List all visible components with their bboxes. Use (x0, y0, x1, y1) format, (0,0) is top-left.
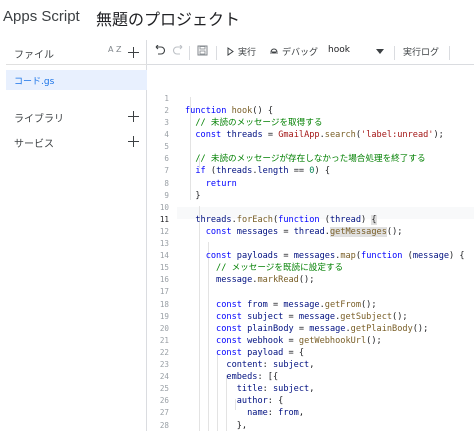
code-line: 7 return (147, 153, 474, 188)
app-name: Apps Script (3, 8, 80, 25)
code-line: 25 author: { (147, 371, 474, 406)
redo-icon (172, 45, 183, 55)
debug-label: デバッグ (282, 48, 319, 58)
debug-icon (270, 48, 278, 53)
code-editor[interactable]: 1 function hook() { 2 // 未読のメッセージを取得する 3… (147, 66, 474, 431)
code-line: 11 const messages = thread.getMessages()… (147, 202, 474, 237)
code-line: 10 threads.forEach(function (thread) { (147, 190, 474, 225)
sidebar: ファイル A Z コード.gs ライブラリ サービス (6, 40, 147, 431)
code-line: 28 description: plainBody.substr(0, 2048… (147, 408, 474, 430)
toolbar-separator (189, 46, 190, 60)
editor-toolbar: 実行 デバッグ hook 実行ログ (147, 40, 474, 65)
code-line: 21 const payload = { (147, 323, 474, 358)
code-line: 19 const plainBody = message.getPlainBod… (147, 299, 474, 334)
file-name: コード.gs (14, 76, 55, 87)
run-button[interactable]: 実行 (226, 45, 256, 58)
code-line: 16 (147, 262, 474, 284)
code-line: 12 (147, 214, 474, 236)
code-line: 17 const from = message.getFrom(); (147, 274, 474, 309)
add-library-plus-icon[interactable] (128, 111, 139, 122)
toolbar-separator (394, 46, 395, 60)
execution-log-label: 実行ログ (403, 48, 440, 58)
execution-log-button[interactable]: 実行ログ (403, 45, 439, 58)
code-line: 13 const payloads = messages.map(functio… (147, 226, 474, 261)
code-line: 27 }, (147, 395, 474, 430)
code-line: 9 (147, 178, 474, 200)
play-icon (227, 47, 234, 56)
code-line: 23 embeds: [{ (147, 347, 474, 382)
code-line: 15 message.markRead(); (147, 250, 474, 285)
files-section-header: ファイル A Z (6, 41, 147, 65)
toolbar-separator (449, 46, 450, 60)
libraries-label: ライブラリ (14, 113, 64, 125)
code-line: 3 const threads = GmailApp.search('label… (147, 105, 474, 140)
undo-button[interactable] (155, 45, 166, 56)
redo-button[interactable] (172, 45, 183, 56)
line-number: 28 (159, 420, 169, 430)
debug-button[interactable]: デバッグ (269, 45, 318, 58)
code-line: 26 name: from, (147, 383, 474, 418)
services-label: サービス (14, 138, 54, 150)
files-label: ファイル (14, 49, 54, 61)
save-icon (197, 45, 208, 56)
sort-az-icon[interactable]: A Z (108, 46, 122, 54)
add-file-plus-icon[interactable] (128, 47, 139, 58)
undo-icon (155, 45, 166, 55)
project-title[interactable]: 無題のプロジェクト (96, 6, 240, 30)
code-line: 5 // 未読のメッセージが存在しなかった場合処理を終了する (147, 129, 474, 164)
code-line: 22 content: subject, (147, 335, 474, 370)
code-line: 4 (147, 117, 474, 139)
code-line: 8 } (147, 166, 474, 201)
chevron-down-icon[interactable] (376, 49, 384, 54)
save-button[interactable] (197, 45, 208, 56)
libraries-section-header[interactable]: ライブラリ (6, 105, 147, 129)
code-line: 24 title: subject, (147, 359, 474, 394)
add-service-plus-icon[interactable] (128, 136, 139, 147)
services-section-header[interactable]: サービス (6, 130, 147, 154)
top-bar: Apps Script 無題のプロジェクト (0, 0, 474, 38)
sidebar-divider (6, 64, 147, 65)
code-line: 2 // 未読のメッセージを取得する (147, 93, 474, 128)
line-text: }, (185, 420, 248, 431)
code-line: 14 // メッセージを既読に設定する (147, 238, 474, 273)
code-line: 18 const subject = message.getSubject(); (147, 287, 474, 322)
code-line: 6 if (threads.length == 0) { (147, 141, 474, 176)
code-line: 20 const webhook = getWebhookUrl(); (147, 311, 474, 346)
code-line: 1 function hook() { (147, 81, 474, 116)
run-label: 実行 (238, 48, 257, 58)
sidebar-file-code-gs[interactable]: コード.gs (6, 70, 147, 90)
toolbar-separator (216, 46, 217, 60)
